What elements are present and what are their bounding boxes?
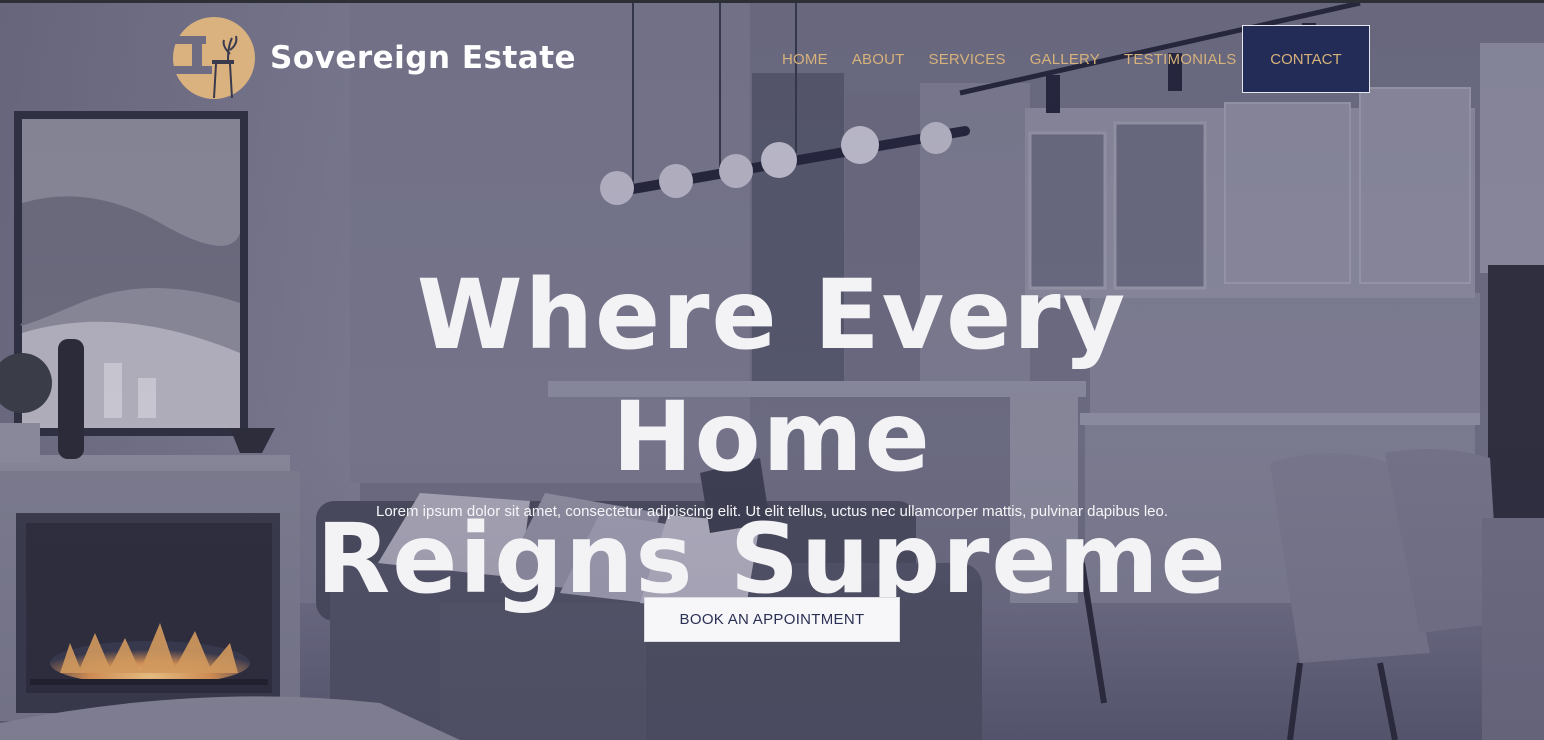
nav-item-about[interactable]: ABOUT <box>840 24 917 95</box>
hero-subtext: Lorem ipsum dolor sit amet, consectetur … <box>375 503 1169 520</box>
main-nav: HOME ABOUT SERVICES GALLERY TESTIMONIALS <box>770 24 1248 95</box>
hero-headline-line-1: Where Every Home <box>416 259 1128 493</box>
hero-headline: Where Every Home Reigns Supreme <box>272 254 1272 620</box>
book-appointment-button[interactable]: BOOK AN APPOINTMENT <box>644 597 900 642</box>
nav-item-home[interactable]: HOME <box>770 24 840 95</box>
house-chair-logo-icon[interactable] <box>172 16 256 100</box>
contact-button[interactable]: CONTACT <box>1242 25 1370 93</box>
nav-item-services[interactable]: SERVICES <box>917 24 1018 95</box>
brand-name[interactable]: Sovereign Estate <box>270 36 576 80</box>
hero-section: Sovereign Estate HOME ABOUT SERVICES GAL… <box>0 0 1544 740</box>
nav-item-testimonials[interactable]: TESTIMONIALS <box>1112 24 1248 95</box>
nav-item-gallery[interactable]: GALLERY <box>1018 24 1112 95</box>
